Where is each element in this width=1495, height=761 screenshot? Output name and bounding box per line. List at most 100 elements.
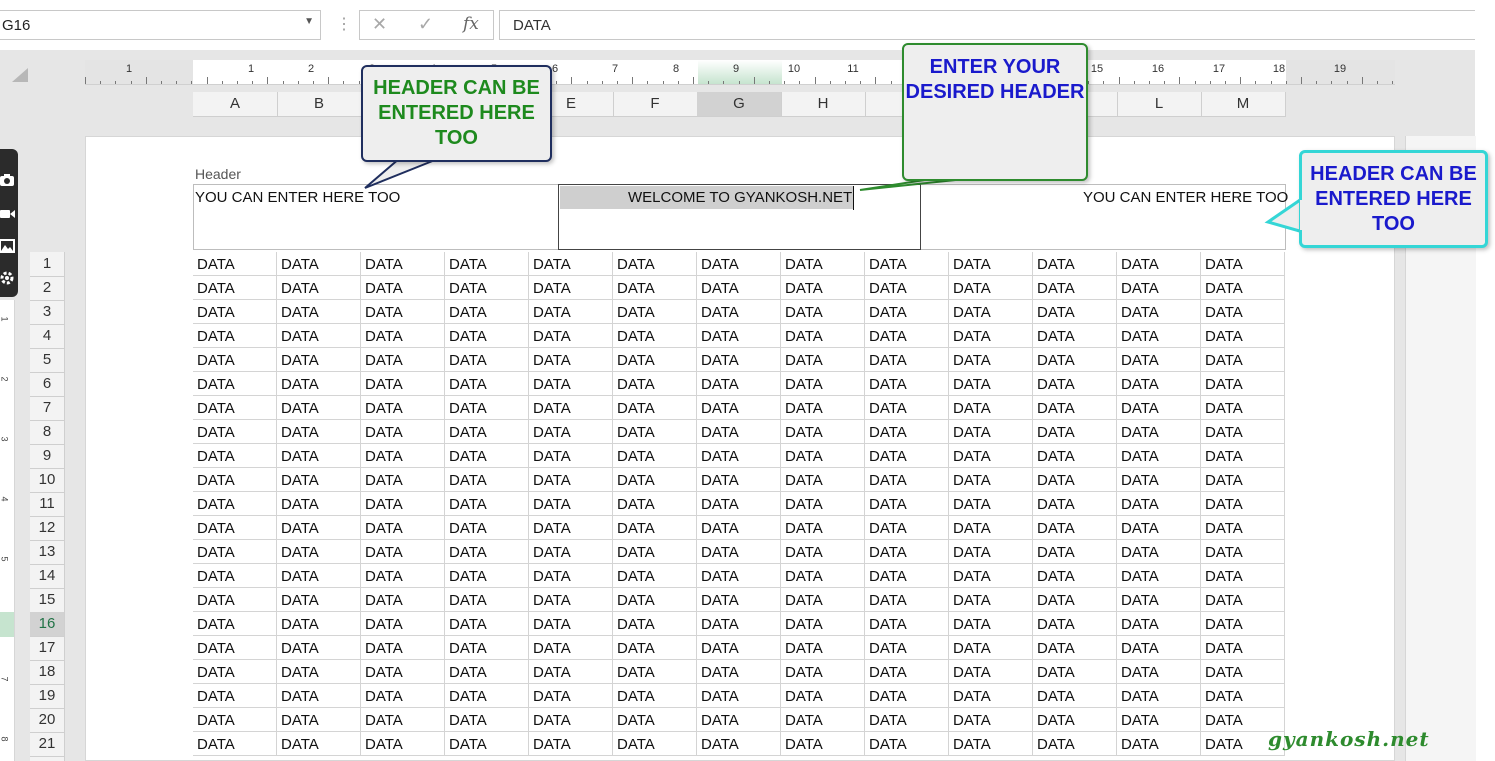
cell-e17[interactable]: DATA bbox=[529, 636, 613, 660]
cell-j9[interactable]: DATA bbox=[949, 444, 1033, 468]
cell-d11[interactable]: DATA bbox=[445, 492, 529, 516]
cell-m2[interactable]: DATA bbox=[1201, 276, 1285, 300]
cell-g13[interactable]: DATA bbox=[697, 540, 781, 564]
column-header-l[interactable]: L bbox=[1117, 92, 1202, 116]
cell-d6[interactable]: DATA bbox=[445, 372, 529, 396]
cell-f18[interactable]: DATA bbox=[613, 660, 697, 684]
header-right-section[interactable]: YOU CAN ENTER HERE TOO bbox=[1083, 189, 1288, 206]
cell-l2[interactable]: DATA bbox=[1117, 276, 1201, 300]
cell-c2[interactable]: DATA bbox=[361, 276, 445, 300]
row-header-18[interactable]: 18 bbox=[30, 660, 64, 685]
cell-c18[interactable]: DATA bbox=[361, 660, 445, 684]
cell-b15[interactable]: DATA bbox=[277, 588, 361, 612]
cell-c15[interactable]: DATA bbox=[361, 588, 445, 612]
cell-j13[interactable]: DATA bbox=[949, 540, 1033, 564]
cell-i4[interactable]: DATA bbox=[865, 324, 949, 348]
cell-f9[interactable]: DATA bbox=[613, 444, 697, 468]
cell-m13[interactable]: DATA bbox=[1201, 540, 1285, 564]
cell-k13[interactable]: DATA bbox=[1033, 540, 1117, 564]
cell-b2[interactable]: DATA bbox=[277, 276, 361, 300]
cell-h14[interactable]: DATA bbox=[781, 564, 865, 588]
cell-m19[interactable]: DATA bbox=[1201, 684, 1285, 708]
cell-j12[interactable]: DATA bbox=[949, 516, 1033, 540]
cell-l9[interactable]: DATA bbox=[1117, 444, 1201, 468]
cell-b12[interactable]: DATA bbox=[277, 516, 361, 540]
chevron-down-icon[interactable]: ▼ bbox=[304, 16, 314, 27]
cell-h1[interactable]: DATA bbox=[781, 252, 865, 276]
row-header-9[interactable]: 9 bbox=[30, 444, 64, 469]
row-header-6[interactable]: 6 bbox=[30, 372, 64, 397]
cell-m5[interactable]: DATA bbox=[1201, 348, 1285, 372]
cell-j1[interactable]: DATA bbox=[949, 252, 1033, 276]
cell-c6[interactable]: DATA bbox=[361, 372, 445, 396]
cell-f7[interactable]: DATA bbox=[613, 396, 697, 420]
cell-f5[interactable]: DATA bbox=[613, 348, 697, 372]
cell-i21[interactable]: DATA bbox=[865, 732, 949, 756]
cell-b8[interactable]: DATA bbox=[277, 420, 361, 444]
cell-i18[interactable]: DATA bbox=[865, 660, 949, 684]
cell-b6[interactable]: DATA bbox=[277, 372, 361, 396]
row-header-1[interactable]: 1 bbox=[30, 252, 64, 277]
cell-k17[interactable]: DATA bbox=[1033, 636, 1117, 660]
row-header-2[interactable]: 2 bbox=[30, 276, 64, 301]
cell-k4[interactable]: DATA bbox=[1033, 324, 1117, 348]
cell-i7[interactable]: DATA bbox=[865, 396, 949, 420]
cell-k16[interactable]: DATA bbox=[1033, 612, 1117, 636]
cell-l11[interactable]: DATA bbox=[1117, 492, 1201, 516]
cell-f16[interactable]: DATA bbox=[613, 612, 697, 636]
cell-i13[interactable]: DATA bbox=[865, 540, 949, 564]
cell-j21[interactable]: DATA bbox=[949, 732, 1033, 756]
cell-c20[interactable]: DATA bbox=[361, 708, 445, 732]
cell-f17[interactable]: DATA bbox=[613, 636, 697, 660]
header-left-section[interactable]: YOU CAN ENTER HERE TOO bbox=[195, 189, 400, 206]
cell-j5[interactable]: DATA bbox=[949, 348, 1033, 372]
cell-l14[interactable]: DATA bbox=[1117, 564, 1201, 588]
cell-m3[interactable]: DATA bbox=[1201, 300, 1285, 324]
row-header-15[interactable]: 15 bbox=[30, 588, 64, 613]
cell-l16[interactable]: DATA bbox=[1117, 612, 1201, 636]
cell-j3[interactable]: DATA bbox=[949, 300, 1033, 324]
column-header-g[interactable]: G bbox=[697, 92, 782, 116]
cell-d19[interactable]: DATA bbox=[445, 684, 529, 708]
camera-icon[interactable] bbox=[0, 171, 16, 189]
cell-e4[interactable]: DATA bbox=[529, 324, 613, 348]
cell-j8[interactable]: DATA bbox=[949, 420, 1033, 444]
cell-i2[interactable]: DATA bbox=[865, 276, 949, 300]
cell-h7[interactable]: DATA bbox=[781, 396, 865, 420]
cell-l19[interactable]: DATA bbox=[1117, 684, 1201, 708]
cell-f4[interactable]: DATA bbox=[613, 324, 697, 348]
cell-k19[interactable]: DATA bbox=[1033, 684, 1117, 708]
cell-m17[interactable]: DATA bbox=[1201, 636, 1285, 660]
cell-b18[interactable]: DATA bbox=[277, 660, 361, 684]
cell-d10[interactable]: DATA bbox=[445, 468, 529, 492]
cell-a7[interactable]: DATA bbox=[193, 396, 277, 420]
cell-m4[interactable]: DATA bbox=[1201, 324, 1285, 348]
cell-i14[interactable]: DATA bbox=[865, 564, 949, 588]
cell-m1[interactable]: DATA bbox=[1201, 252, 1285, 276]
cell-i6[interactable]: DATA bbox=[865, 372, 949, 396]
cell-h4[interactable]: DATA bbox=[781, 324, 865, 348]
cell-g10[interactable]: DATA bbox=[697, 468, 781, 492]
cell-b11[interactable]: DATA bbox=[277, 492, 361, 516]
cell-l10[interactable]: DATA bbox=[1117, 468, 1201, 492]
cell-k8[interactable]: DATA bbox=[1033, 420, 1117, 444]
cell-h13[interactable]: DATA bbox=[781, 540, 865, 564]
cell-m7[interactable]: DATA bbox=[1201, 396, 1285, 420]
cell-k14[interactable]: DATA bbox=[1033, 564, 1117, 588]
cell-d4[interactable]: DATA bbox=[445, 324, 529, 348]
cell-k18[interactable]: DATA bbox=[1033, 660, 1117, 684]
cell-d17[interactable]: DATA bbox=[445, 636, 529, 660]
cell-h17[interactable]: DATA bbox=[781, 636, 865, 660]
cell-m14[interactable]: DATA bbox=[1201, 564, 1285, 588]
cell-a13[interactable]: DATA bbox=[193, 540, 277, 564]
cell-d21[interactable]: DATA bbox=[445, 732, 529, 756]
column-header-f[interactable]: F bbox=[613, 92, 698, 116]
cell-l18[interactable]: DATA bbox=[1117, 660, 1201, 684]
cell-c3[interactable]: DATA bbox=[361, 300, 445, 324]
cell-c10[interactable]: DATA bbox=[361, 468, 445, 492]
cell-e15[interactable]: DATA bbox=[529, 588, 613, 612]
cell-j4[interactable]: DATA bbox=[949, 324, 1033, 348]
cell-h12[interactable]: DATA bbox=[781, 516, 865, 540]
cell-g2[interactable]: DATA bbox=[697, 276, 781, 300]
cell-l3[interactable]: DATA bbox=[1117, 300, 1201, 324]
